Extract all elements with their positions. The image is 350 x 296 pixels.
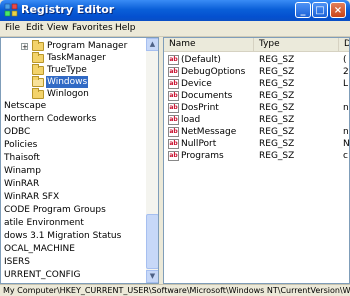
status-path: My Computer\HKEY_CURRENT_USER\Software\M… xyxy=(3,286,350,295)
folder-icon xyxy=(32,52,44,63)
menu-edit[interactable]: Edit xyxy=(26,23,43,33)
string-value-icon: ab xyxy=(168,115,179,125)
folder-icon xyxy=(32,64,44,75)
close-button[interactable]: × xyxy=(330,2,346,18)
menu-file[interactable]: File xyxy=(5,23,20,33)
folder-icon xyxy=(32,40,44,51)
string-value-icon: ab xyxy=(168,55,179,65)
scroll-thumb[interactable] xyxy=(146,214,158,269)
tree-scrollbar[interactable]: ▲ ▼ xyxy=(146,38,158,283)
scroll-down-button[interactable]: ▼ xyxy=(146,270,158,283)
registry-editor-icon xyxy=(4,3,18,17)
column-header-type[interactable]: Type xyxy=(254,38,339,52)
minimize-button[interactable]: _ xyxy=(295,2,311,18)
column-header-name[interactable]: Name xyxy=(164,38,254,52)
string-value-icon: ab xyxy=(168,127,179,137)
maximize-button[interactable]: □ xyxy=(312,2,328,18)
tree-item[interactable]: ISERS xyxy=(4,256,30,268)
menu-view[interactable]: View xyxy=(47,23,68,33)
values-list[interactable]: Name Type D ab (Default) REG_SZ ( ab Deb… xyxy=(163,37,350,284)
string-value-icon: ab xyxy=(168,139,179,149)
tree-item[interactable]: Northern Codeworks xyxy=(4,113,96,125)
tree-item[interactable]: OCAL_MACHINE xyxy=(4,243,75,255)
menu-bar: File Edit View Favorites Help xyxy=(0,21,350,37)
tree-item[interactable]: URRENT_CONFIG xyxy=(4,269,80,281)
tree-item[interactable]: ODBC xyxy=(4,126,30,138)
tree-item[interactable]: Netscape xyxy=(4,100,46,112)
window-title: Registry Editor xyxy=(21,3,115,16)
menu-help[interactable]: Help xyxy=(115,23,136,33)
expand-icon[interactable]: + xyxy=(21,43,28,51)
tree-item[interactable]: dows 3.1 Migration Status xyxy=(4,230,121,242)
string-value-icon: ab xyxy=(168,91,179,101)
tree-item[interactable]: CODE Program Groups xyxy=(4,204,106,216)
tree-item[interactable]: Winamp xyxy=(4,165,41,177)
string-value-icon: ab xyxy=(168,103,179,113)
tree-item[interactable]: Thaisoft xyxy=(4,152,40,164)
string-value-icon: ab xyxy=(168,151,179,161)
registry-tree[interactable]: + Program Manager TaskManager TrueType W… xyxy=(0,37,159,284)
column-header-data[interactable]: D xyxy=(339,38,349,52)
scroll-up-button[interactable]: ▲ xyxy=(146,38,158,51)
folder-open-icon xyxy=(32,76,44,87)
string-value-icon: ab xyxy=(168,67,179,77)
string-value-icon: ab xyxy=(168,79,179,89)
status-bar: My Computer\HKEY_CURRENT_USER\Software\M… xyxy=(0,284,350,296)
folder-icon xyxy=(32,88,44,99)
menu-favorites[interactable]: Favorites xyxy=(72,23,113,33)
tree-item[interactable]: WinRAR xyxy=(4,178,39,190)
tree-item[interactable]: WinRAR SFX xyxy=(4,191,59,203)
tree-item[interactable]: Policies xyxy=(4,139,37,151)
title-bar[interactable]: Registry Editor _ □ × xyxy=(0,0,350,21)
tree-item[interactable]: atile Environment xyxy=(4,217,84,229)
